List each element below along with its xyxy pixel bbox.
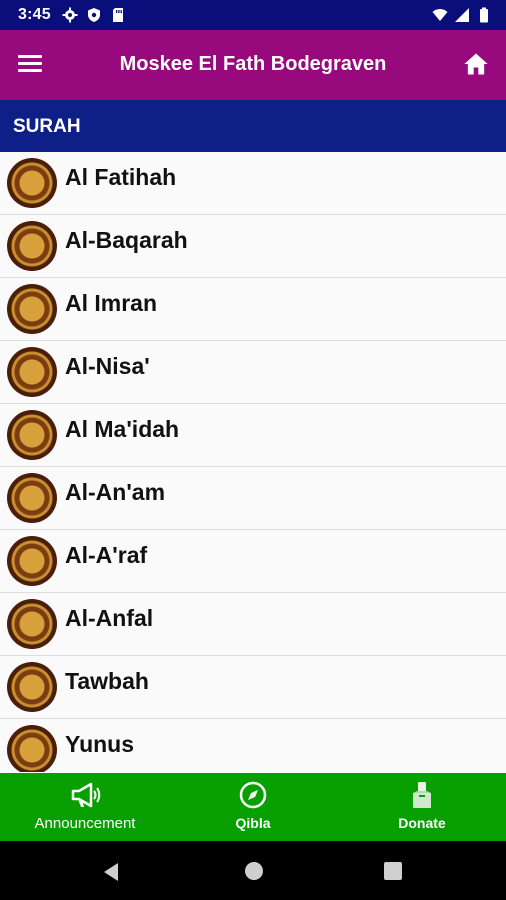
- quran-icon: [7, 599, 57, 649]
- status-time: 3:45: [18, 6, 51, 23]
- nav-label: Qibla: [235, 815, 271, 831]
- hamburger-icon-bar: [18, 62, 42, 65]
- surah-item[interactable]: Al-Nisa': [0, 341, 506, 404]
- surah-name: Al-Baqarah: [65, 227, 188, 253]
- hamburger-icon-bar: [18, 55, 42, 58]
- compass-icon: [239, 781, 267, 809]
- surah-name: Tawbah: [65, 668, 149, 694]
- surah-item[interactable]: Al-A'raf: [0, 530, 506, 593]
- menu-button[interactable]: [18, 51, 48, 79]
- quran-icon: [7, 410, 57, 460]
- section-title: SURAH: [13, 116, 81, 137]
- quran-icon: [7, 347, 57, 397]
- surah-list[interactable]: Al Fatihah Al-Baqarah Al Imran Al-Nisa' …: [0, 152, 506, 772]
- quran-icon: [7, 284, 57, 334]
- nav-donate[interactable]: Donate: [386, 779, 458, 831]
- surah-item[interactable]: Al Imran: [0, 278, 506, 341]
- nav-announcement[interactable]: Announcement: [24, 779, 146, 832]
- nav-label: Donate: [398, 815, 446, 831]
- bottom-nav: Announcement Qibla Donate: [0, 773, 506, 841]
- quran-icon: [7, 221, 57, 271]
- surah-name: Al-A'raf: [65, 542, 148, 568]
- status-bar: 3:45: [0, 0, 506, 30]
- status-icons-left: [62, 7, 126, 23]
- surah-item[interactable]: Al-Anfal: [0, 593, 506, 656]
- nav-label: Announcement: [34, 815, 136, 832]
- settings-icon: [62, 7, 78, 23]
- nav-qibla[interactable]: Qibla: [218, 779, 288, 831]
- system-nav-bar: [0, 841, 506, 900]
- wifi-icon: [432, 9, 448, 21]
- surah-name: Al-Nisa': [65, 353, 150, 379]
- quran-icon: [7, 473, 57, 523]
- back-icon[interactable]: [100, 861, 122, 883]
- home-nav-icon[interactable]: [244, 861, 264, 881]
- quran-icon: [7, 158, 57, 208]
- signal-icon: [455, 8, 469, 22]
- battery-icon: [480, 7, 488, 23]
- quran-icon: [7, 662, 57, 712]
- surah-name: Al-Anfal: [65, 605, 154, 631]
- donation-box-icon: [413, 782, 431, 808]
- surah-item[interactable]: Tawbah: [0, 656, 506, 719]
- surah-item[interactable]: Al Fatihah: [0, 152, 506, 215]
- surah-item[interactable]: Al-An'am: [0, 467, 506, 530]
- quran-icon: [7, 536, 57, 586]
- megaphone-icon: [71, 782, 101, 808]
- surah-name: Yunus: [65, 731, 135, 757]
- sd-card-icon: [113, 8, 123, 22]
- section-header: SURAH: [0, 100, 506, 152]
- surah-item[interactable]: Al-Baqarah: [0, 215, 506, 278]
- surah-item[interactable]: Al Ma'idah: [0, 404, 506, 467]
- surah-name: Al Imran: [65, 290, 158, 316]
- recents-icon[interactable]: [383, 861, 403, 881]
- shield-icon: [88, 8, 100, 22]
- app-title: Moskee El Fath Bodegraven: [119, 53, 387, 75]
- surah-name: Al Fatihah: [65, 164, 177, 190]
- status-icons-right: [432, 7, 492, 23]
- quran-icon: [7, 725, 57, 772]
- hamburger-icon-bar: [18, 69, 42, 72]
- surah-name: Al-An'am: [65, 479, 166, 505]
- surah-item[interactable]: Yunus: [0, 719, 506, 772]
- surah-name: Al Ma'idah: [65, 416, 180, 442]
- app-bar: Moskee El Fath Bodegraven: [0, 30, 506, 100]
- home-icon[interactable]: [462, 50, 490, 78]
